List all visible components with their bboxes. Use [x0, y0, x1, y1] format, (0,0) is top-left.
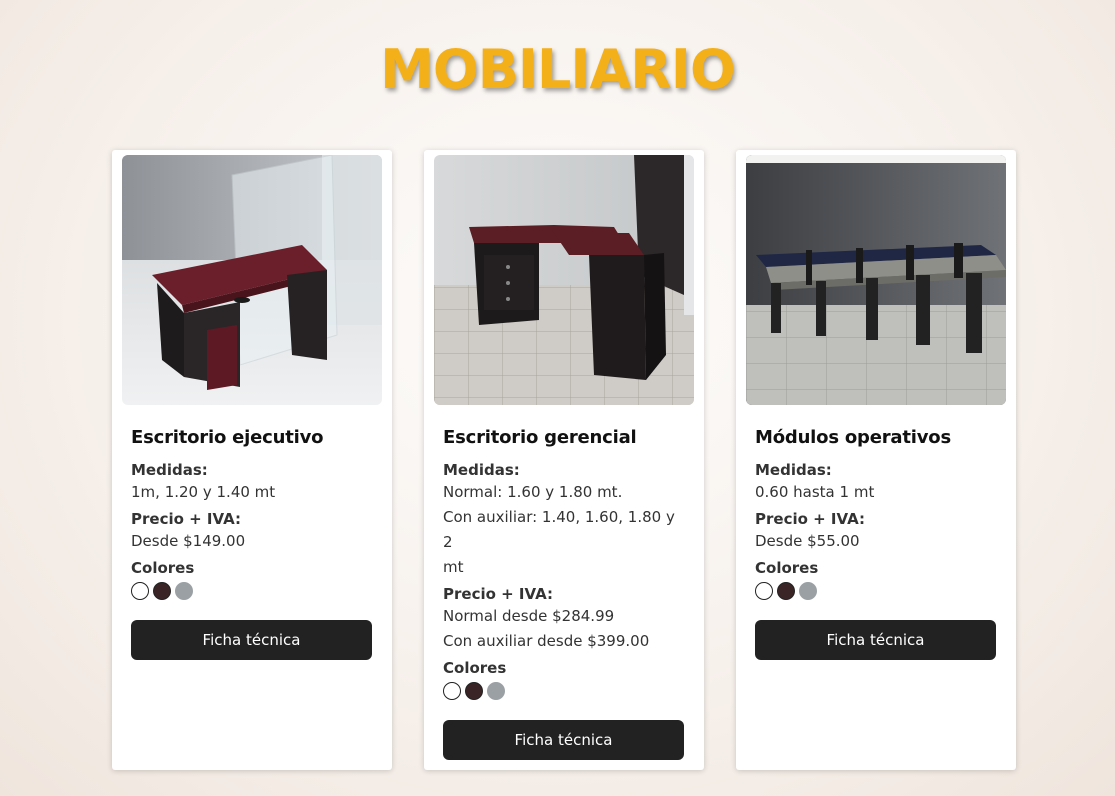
precio-value: Desde $149.00: [131, 532, 246, 550]
card-body: Escritorio gerencial Medidas: Normal: 1.…: [443, 426, 685, 760]
medidas-value: 0.60 hasta 1 mt: [755, 483, 875, 501]
precio-value: Normal desde $284.99: [443, 607, 615, 625]
managerial-desk-photo: [434, 155, 694, 405]
color-swatch-gray[interactable]: [487, 682, 505, 700]
medidas-label: Medidas:: [131, 461, 208, 479]
product-card: Escritorio gerencial Medidas: Normal: 1.…: [424, 150, 704, 770]
precio-value: Desde $55.00: [755, 532, 860, 550]
colores-label: Colores: [443, 659, 507, 677]
medidas-value: 1m, 1.20 y 1.40 mt: [131, 483, 276, 501]
color-swatch-dark-brown[interactable]: [153, 582, 171, 600]
precio-value: Con auxiliar desde $399.00: [443, 632, 650, 650]
color-swatches: [131, 582, 373, 600]
precio-label: Precio + IVA:: [755, 510, 865, 528]
color-swatch-dark-brown[interactable]: [777, 582, 795, 600]
operative-modules-photo: [746, 155, 1006, 405]
medidas-value: Normal: 1.60 y 1.80 mt.: [443, 483, 623, 501]
ficha-tecnica-button[interactable]: Ficha técnica: [755, 620, 996, 660]
executive-desk-photo: [122, 155, 382, 405]
colores-label: Colores: [131, 559, 195, 577]
product-card: Módulos operativos Medidas: 0.60 hasta 1…: [736, 150, 1016, 770]
card-body: Escritorio ejecutivo Medidas: 1m, 1.20 y…: [131, 426, 373, 660]
color-swatch-gray[interactable]: [175, 582, 193, 600]
ficha-tecnica-button[interactable]: Ficha técnica: [443, 720, 684, 760]
product-grid: Escritorio ejecutivo Medidas: 1m, 1.20 y…: [112, 150, 1016, 770]
card-body: Módulos operativos Medidas: 0.60 hasta 1…: [755, 426, 997, 660]
medidas-label: Medidas:: [443, 461, 520, 479]
product-card: Escritorio ejecutivo Medidas: 1m, 1.20 y…: [112, 150, 392, 770]
color-swatch-white[interactable]: [443, 682, 461, 700]
precio-label: Precio + IVA:: [131, 510, 241, 528]
color-swatch-white[interactable]: [755, 582, 773, 600]
colores-label: Colores: [755, 559, 819, 577]
ficha-tecnica-button[interactable]: Ficha técnica: [131, 620, 372, 660]
medidas-value: Con auxiliar: 1.40, 1.60, 1.80 y 2: [443, 508, 675, 551]
product-title: Escritorio ejecutivo: [131, 427, 324, 448]
color-swatch-white[interactable]: [131, 582, 149, 600]
color-swatch-dark-brown[interactable]: [465, 682, 483, 700]
precio-label: Precio + IVA:: [443, 585, 553, 603]
product-title: Escritorio gerencial: [443, 427, 637, 448]
color-swatches: [443, 682, 685, 700]
product-title: Módulos operativos: [755, 427, 951, 448]
medidas-value: mt: [443, 558, 464, 576]
color-swatches: [755, 582, 997, 600]
medidas-label: Medidas:: [755, 461, 832, 479]
page-title: MOBILIARIO: [380, 38, 736, 101]
color-swatch-gray[interactable]: [799, 582, 817, 600]
